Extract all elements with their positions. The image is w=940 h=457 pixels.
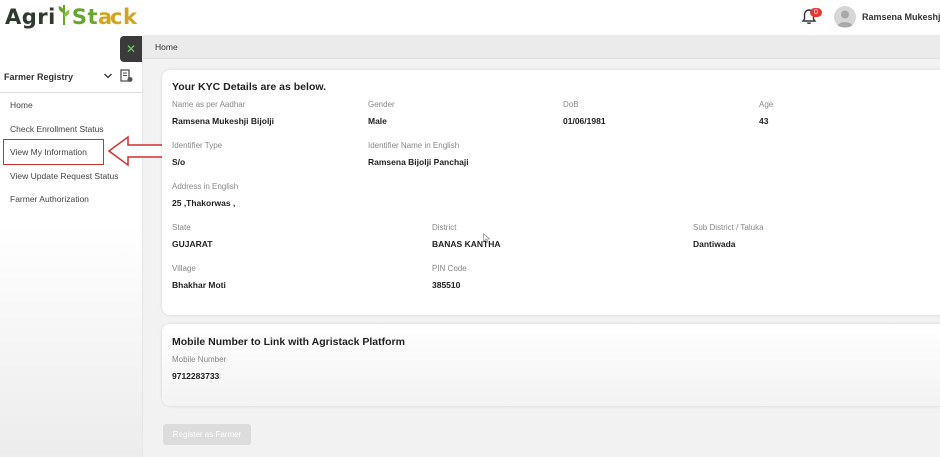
village-value: Bhakhar Moti [172,280,226,290]
mobile-number-label: Mobile Number [172,355,227,364]
breadcrumb[interactable]: Home [155,42,178,52]
name-label: Name as per Aadhar [172,100,246,109]
sidebar-item-view-update-request-status[interactable]: View Update Request Status [10,171,119,181]
identifier-name-value: Ramsena Bijolji Panchaji [368,157,469,167]
registry-document-icon[interactable] [120,69,133,83]
notification-badge: 0 [810,8,822,17]
gender-label: Gender [368,100,395,109]
name-value: Ramsena Mukeshji Bijolji [172,116,275,126]
dob-value: 01/06/1981 [563,116,606,126]
logo-a-icon: a [98,5,113,29]
identifier-name-label: Identifier Name in English [368,141,460,150]
village-label: Village [172,264,196,273]
sub-district-value: Dantiwada [693,239,736,249]
identifier-type-label: Identifier Type [172,141,223,150]
top-bar: Agri Stack 0 Ramsena Mukeshji Bi [0,0,940,35]
district-label: District [432,223,457,232]
kyc-details-card: Your KYC Details are as below. Name as p… [162,70,940,315]
mobile-card-title: Mobile Number to Link with Agristack Pla… [172,336,405,348]
identifier-type-value: S/o [172,157,186,167]
sidebar-divider [0,92,143,93]
user-name[interactable]: Ramsena Mukeshji Bi [862,12,940,22]
pin-code-value: 385510 [432,280,461,290]
logo-text-st: St [71,5,99,29]
highlight-box [3,139,104,165]
mobile-number-card: Mobile Number to Link with Agristack Pla… [162,324,940,406]
age-value: 43 [759,116,769,126]
address-value: 25 ,Thakorwas , [172,198,236,208]
age-label: Age [759,100,774,109]
breadcrumb-bar: Home [143,35,940,59]
farmer-registry-title[interactable]: Farmer Registry [4,72,73,82]
district-value: BANAS KANTHA [432,239,501,249]
address-label: Address in English [172,182,239,191]
agristack-logo[interactable]: Agri St a ck [5,3,137,31]
user-icon [837,10,853,27]
sidebar-item-check-enrollment-status[interactable]: Check Enrollment Status [10,124,104,134]
logo-text-agri: Agri [5,5,56,29]
mouse-cursor-icon [483,233,490,243]
chevron-down-icon[interactable] [103,71,113,81]
register-as-farmer-button[interactable]: Register as Farmer [163,424,251,445]
logo-text-ck: ck [110,5,138,29]
avatar[interactable] [834,6,856,28]
close-icon: ✕ [125,42,137,56]
mobile-number-value: 9712283733 [172,371,220,381]
kyc-card-title: Your KYC Details are as below. [172,81,327,93]
sidebar-item-home[interactable]: Home [10,100,33,110]
sub-district-label: Sub District / Taluka [693,223,764,232]
pin-code-label: PIN Code [432,264,467,273]
state-value: GUJARAT [172,239,213,249]
gender-value: Male [368,116,387,126]
sidebar-item-farmer-authorization[interactable]: Farmer Authorization [10,194,89,204]
dob-label: DoB [563,100,579,109]
leaf-icon [57,3,71,32]
close-sidebar-button[interactable]: ✕ [120,36,142,62]
sidebar [0,35,143,457]
state-label: State [172,223,191,232]
